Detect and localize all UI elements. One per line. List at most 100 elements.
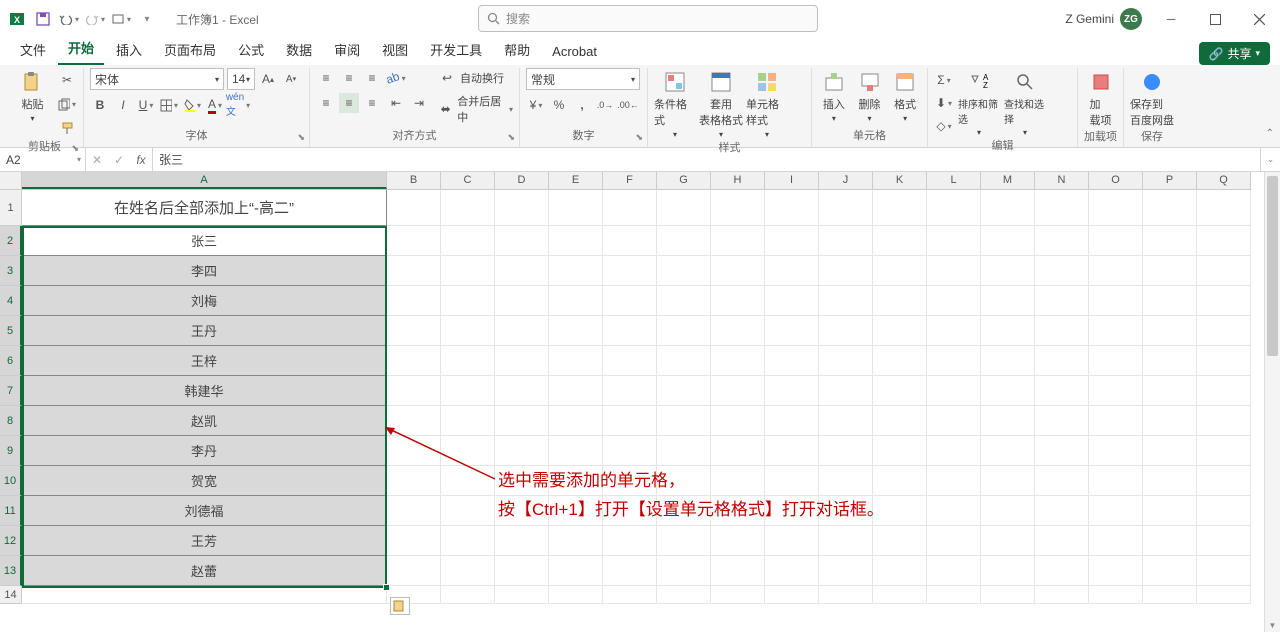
- cell-M3[interactable]: [981, 256, 1035, 286]
- cell-H6[interactable]: [711, 346, 765, 376]
- tab-formulas[interactable]: 公式: [228, 35, 274, 65]
- cell-C1[interactable]: [441, 190, 495, 226]
- cell-I5[interactable]: [765, 316, 819, 346]
- fill-color-icon[interactable]: [182, 95, 202, 115]
- col-header-J[interactable]: J: [819, 172, 873, 189]
- cell-P6[interactable]: [1143, 346, 1197, 376]
- cell-I2[interactable]: [765, 226, 819, 256]
- grow-font-icon[interactable]: A▴: [258, 69, 278, 89]
- inc-decimal-icon[interactable]: .0→: [595, 95, 615, 115]
- cell-L14[interactable]: [927, 586, 981, 604]
- cell-K6[interactable]: [873, 346, 927, 376]
- cell-P1[interactable]: [1143, 190, 1197, 226]
- cell-G7[interactable]: [657, 376, 711, 406]
- cell-L11[interactable]: [927, 496, 981, 526]
- cell-J4[interactable]: [819, 286, 873, 316]
- cell-A9[interactable]: 李丹: [22, 436, 387, 466]
- cell-I1[interactable]: [765, 190, 819, 226]
- tab-insert[interactable]: 插入: [106, 35, 152, 65]
- cell-E2[interactable]: [549, 226, 603, 256]
- cell-O7[interactable]: [1089, 376, 1143, 406]
- cell-O10[interactable]: [1089, 466, 1143, 496]
- cell-L6[interactable]: [927, 346, 981, 376]
- cell-K4[interactable]: [873, 286, 927, 316]
- cell-F2[interactable]: [603, 226, 657, 256]
- cell-K5[interactable]: [873, 316, 927, 346]
- cell-O5[interactable]: [1089, 316, 1143, 346]
- cell-N10[interactable]: [1035, 466, 1089, 496]
- col-header-C[interactable]: C: [441, 172, 495, 189]
- cell-E8[interactable]: [549, 406, 603, 436]
- col-header-B[interactable]: B: [387, 172, 441, 189]
- cell-N8[interactable]: [1035, 406, 1089, 436]
- qat-more[interactable]: [110, 8, 132, 30]
- cell-D5[interactable]: [495, 316, 549, 346]
- cell-N13[interactable]: [1035, 556, 1089, 586]
- share-button[interactable]: 🔗共享▾: [1199, 42, 1271, 65]
- cell-M12[interactable]: [981, 526, 1035, 556]
- cell-F3[interactable]: [603, 256, 657, 286]
- row-header-5[interactable]: 5: [0, 316, 22, 346]
- cell-L10[interactable]: [927, 466, 981, 496]
- cell-B1[interactable]: [387, 190, 441, 226]
- select-all-corner[interactable]: [0, 172, 22, 190]
- font-launcher[interactable]: ⬊: [297, 132, 305, 143]
- excel-icon[interactable]: X: [6, 8, 28, 30]
- clear-icon[interactable]: ◇: [934, 116, 954, 136]
- cell-M1[interactable]: [981, 190, 1035, 226]
- copy-icon[interactable]: [57, 94, 77, 114]
- cell-H14[interactable]: [711, 586, 765, 604]
- col-header-F[interactable]: F: [603, 172, 657, 189]
- cell-P14[interactable]: [1143, 586, 1197, 604]
- cell-B8[interactable]: [387, 406, 441, 436]
- col-header-K[interactable]: K: [873, 172, 927, 189]
- cell-L2[interactable]: [927, 226, 981, 256]
- user-account[interactable]: Z Gemini ZG: [1065, 8, 1142, 30]
- cell-P8[interactable]: [1143, 406, 1197, 436]
- cell-K14[interactable]: [873, 586, 927, 604]
- cell-L13[interactable]: [927, 556, 981, 586]
- cell-B13[interactable]: [387, 556, 441, 586]
- cell-P12[interactable]: [1143, 526, 1197, 556]
- cell-D2[interactable]: [495, 226, 549, 256]
- cell-E12[interactable]: [549, 526, 603, 556]
- cell-O13[interactable]: [1089, 556, 1143, 586]
- col-header-G[interactable]: G: [657, 172, 711, 189]
- col-header-I[interactable]: I: [765, 172, 819, 189]
- cell-A10[interactable]: 贺宽: [22, 466, 387, 496]
- cell-N4[interactable]: [1035, 286, 1089, 316]
- cell-B7[interactable]: [387, 376, 441, 406]
- cell-M7[interactable]: [981, 376, 1035, 406]
- ribbon-collapse-icon[interactable]: ⌃: [1266, 128, 1274, 139]
- cell-B5[interactable]: [387, 316, 441, 346]
- bold-icon[interactable]: B: [90, 95, 110, 115]
- cell-A14[interactable]: [22, 586, 387, 604]
- cell-M13[interactable]: [981, 556, 1035, 586]
- tab-data[interactable]: 数据: [276, 35, 322, 65]
- col-header-E[interactable]: E: [549, 172, 603, 189]
- row-header-2[interactable]: 2: [0, 226, 22, 256]
- cell-I12[interactable]: [765, 526, 819, 556]
- save-icon[interactable]: [32, 8, 54, 30]
- font-size-combo[interactable]: 14▾: [227, 68, 255, 90]
- delete-cells-button[interactable]: 删除▾: [854, 68, 886, 123]
- cell-K9[interactable]: [873, 436, 927, 466]
- minimize-button[interactable]: ─: [1156, 4, 1186, 34]
- cell-K8[interactable]: [873, 406, 927, 436]
- cell-Q3[interactable]: [1197, 256, 1251, 286]
- cell-L9[interactable]: [927, 436, 981, 466]
- cell-I13[interactable]: [765, 556, 819, 586]
- cell-H9[interactable]: [711, 436, 765, 466]
- cell-E9[interactable]: [549, 436, 603, 466]
- row-header-8[interactable]: 8: [0, 406, 22, 436]
- cell-E4[interactable]: [549, 286, 603, 316]
- cell-E3[interactable]: [549, 256, 603, 286]
- cell-O9[interactable]: [1089, 436, 1143, 466]
- insert-cells-button[interactable]: 插入▾: [818, 68, 850, 123]
- italic-icon[interactable]: I: [113, 95, 133, 115]
- cell-P3[interactable]: [1143, 256, 1197, 286]
- cell-D4[interactable]: [495, 286, 549, 316]
- cell-C11[interactable]: [441, 496, 495, 526]
- tab-home[interactable]: 开始: [58, 33, 104, 65]
- cell-G13[interactable]: [657, 556, 711, 586]
